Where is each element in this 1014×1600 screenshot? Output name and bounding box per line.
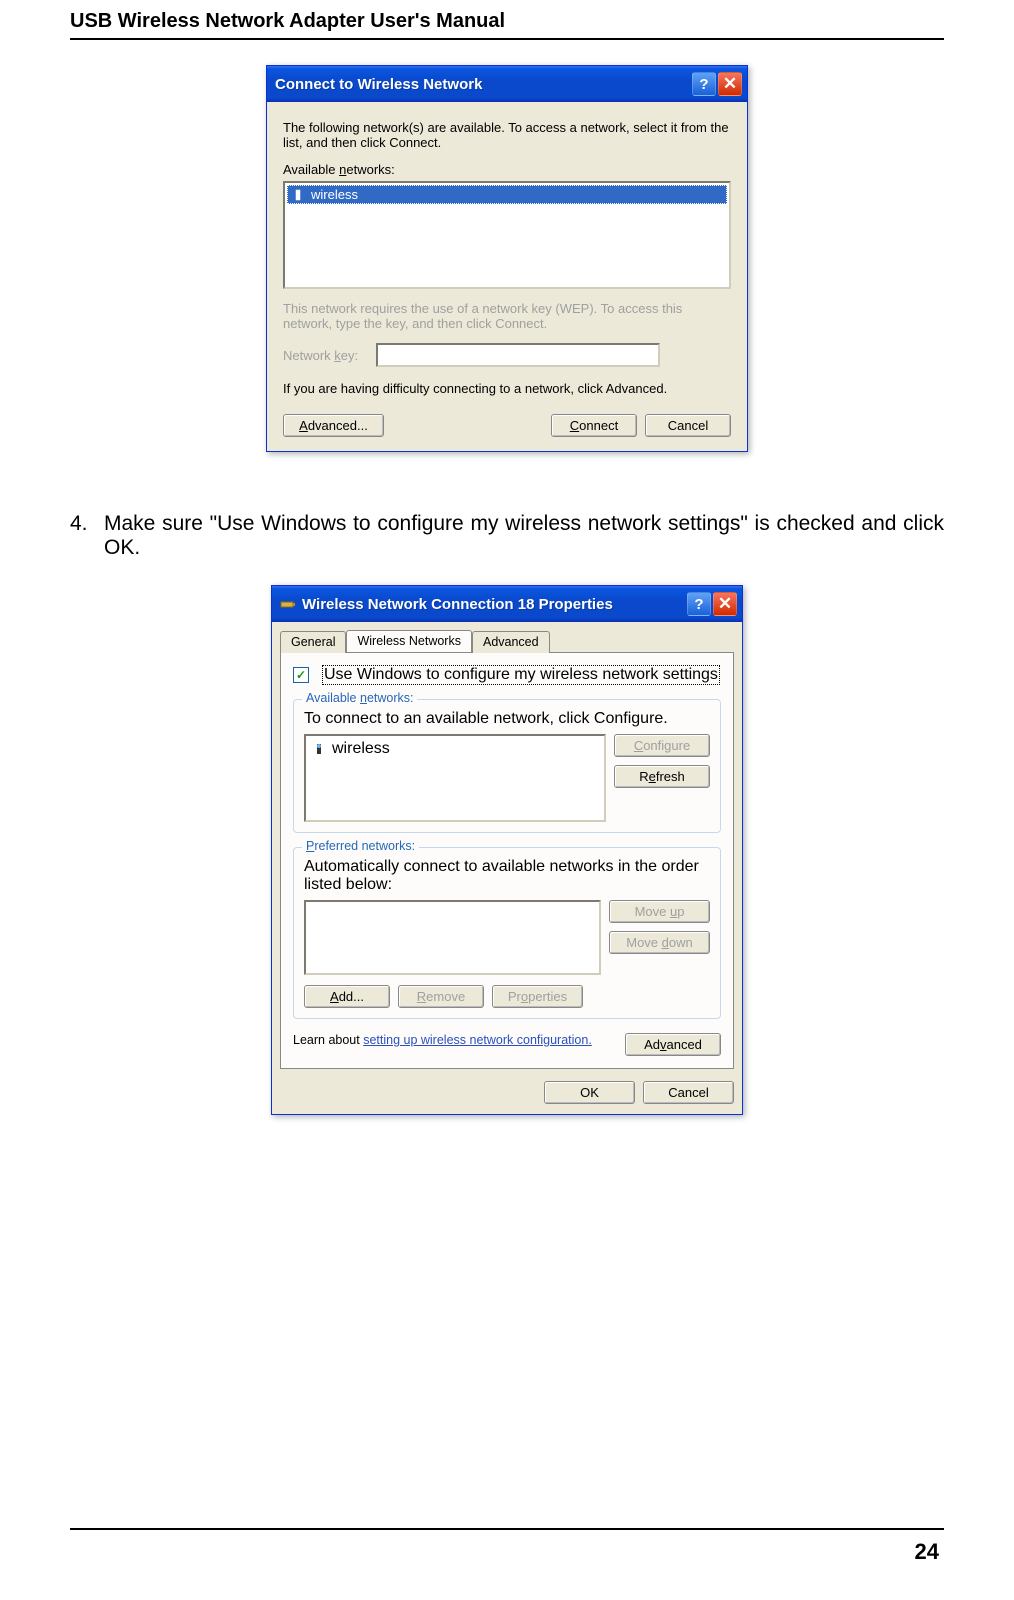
- move-down-button: Move down: [609, 931, 710, 954]
- titlebar[interactable]: Connect to Wireless Network ? ✕: [267, 66, 747, 102]
- step-text: Make sure "Use Windows to configure my w…: [104, 512, 944, 560]
- available-text: To connect to an available network, clic…: [304, 710, 710, 728]
- help-icon[interactable]: ?: [692, 72, 716, 96]
- ok-button[interactable]: OK: [544, 1081, 635, 1104]
- tab-general[interactable]: General: [280, 631, 346, 653]
- group-preferred-networks: Preferred networks: Automatically connec…: [293, 847, 721, 1019]
- list-item[interactable]: wireless: [309, 739, 601, 759]
- help-icon[interactable]: ?: [687, 592, 711, 616]
- available-listbox[interactable]: wireless: [304, 734, 606, 822]
- checkbox-label: Use Windows to configure my wireless net…: [322, 665, 720, 685]
- adapter-icon: [280, 596, 296, 612]
- page-number: 24: [915, 1539, 939, 1565]
- configure-button: Configure: [614, 734, 710, 757]
- dialog-title: Wireless Network Connection 18 Propertie…: [302, 596, 685, 613]
- use-windows-checkbox-row[interactable]: ✓ Use Windows to configure my wireless n…: [293, 665, 721, 685]
- preferred-listbox[interactable]: [304, 900, 601, 975]
- tab-panel: ✓ Use Windows to configure my wireless n…: [280, 652, 734, 1069]
- wifi-icon: [291, 188, 305, 202]
- network-name: wireless: [311, 187, 358, 202]
- advanced-button[interactable]: Advanced...: [283, 414, 384, 437]
- group-label: Preferred networks:: [302, 839, 419, 853]
- tab-wireless-networks[interactable]: Wireless Networks: [346, 630, 472, 652]
- tab-advanced[interactable]: Advanced: [472, 631, 550, 653]
- move-up-button: Move up: [609, 900, 710, 923]
- wifi-icon: [312, 742, 326, 756]
- refresh-button[interactable]: Refresh: [614, 765, 710, 788]
- network-key-input[interactable]: [376, 343, 660, 367]
- dialog-title: Connect to Wireless Network: [275, 76, 690, 93]
- dialog-connect-wireless: Connect to Wireless Network ? ✕ The foll…: [266, 65, 748, 452]
- preferred-text: Automatically connect to available netwo…: [304, 858, 710, 894]
- available-label: Available networks:: [283, 162, 731, 177]
- close-icon[interactable]: ✕: [713, 592, 737, 616]
- checkbox-icon[interactable]: ✓: [293, 667, 309, 683]
- advanced-button[interactable]: Advanced: [625, 1033, 721, 1056]
- tab-bar: General Wireless Networks Advanced: [272, 622, 742, 652]
- close-icon[interactable]: ✕: [718, 72, 742, 96]
- footer-rule: [70, 1528, 944, 1530]
- learn-link[interactable]: setting up wireless network configuratio…: [363, 1033, 592, 1047]
- cancel-button[interactable]: Cancel: [645, 414, 731, 437]
- doc-header: USB Wireless Network Adapter User's Manu…: [70, 10, 944, 40]
- step-instruction: 4. Make sure "Use Windows to configure m…: [70, 512, 944, 560]
- network-item-selected[interactable]: wireless: [287, 185, 727, 204]
- network-key-label: Network key:: [283, 348, 358, 363]
- titlebar[interactable]: Wireless Network Connection 18 Propertie…: [272, 586, 742, 622]
- intro-text: The following network(s) are available. …: [283, 120, 731, 150]
- connect-button[interactable]: Connect: [551, 414, 637, 437]
- group-available-networks: Available networks: To connect to an ava…: [293, 699, 721, 833]
- learn-text: Learn about setting up wireless network …: [293, 1033, 617, 1047]
- remove-button: Remove: [398, 985, 484, 1008]
- group-label: Available networks:: [302, 691, 417, 705]
- dialog-wireless-properties: Wireless Network Connection 18 Propertie…: [271, 585, 743, 1115]
- network-listbox[interactable]: wireless: [283, 181, 731, 289]
- network-name: wireless: [332, 740, 390, 758]
- wep-note: This network requires the use of a netwo…: [283, 301, 731, 331]
- step-number: 4.: [70, 512, 104, 560]
- add-button[interactable]: Add...: [304, 985, 390, 1008]
- advanced-hint: If you are having difficulty connecting …: [283, 381, 731, 396]
- cancel-button[interactable]: Cancel: [643, 1081, 734, 1104]
- properties-button: Properties: [492, 985, 583, 1008]
